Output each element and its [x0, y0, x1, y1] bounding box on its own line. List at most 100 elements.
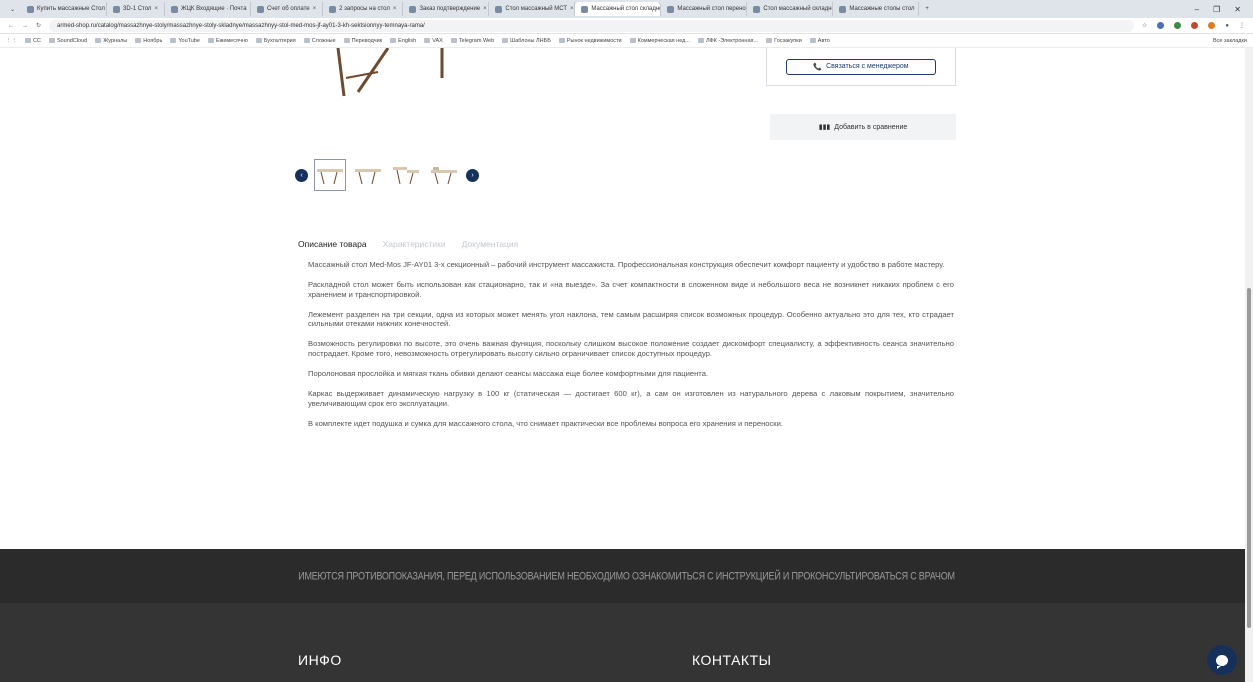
browser-tab-label: Заказ подтверждение	[419, 6, 481, 12]
product-gallery: ‹ ›	[295, 157, 479, 193]
browser-tab-label: 2 запросы на стол	[339, 6, 390, 12]
bookmark-item[interactable]: Шаблоны ЛНББ	[502, 38, 551, 44]
tab-documentation[interactable]: Документация	[462, 239, 519, 249]
apps-grid-icon[interactable]: ⋮⋮	[6, 38, 17, 44]
browser-tab[interactable]: Купить массажные Стол×	[21, 2, 108, 16]
minimize-icon[interactable]: –	[1195, 5, 1199, 14]
bookmark-item[interactable]: English	[390, 38, 416, 44]
gallery-prev-button[interactable]: ‹	[295, 168, 308, 182]
new-tab-button[interactable]: +	[919, 6, 935, 12]
extension-icon[interactable]	[1208, 22, 1216, 29]
bookmark-item[interactable]: Сложные	[303, 37, 336, 44]
browser-tab[interactable]: Стол массажный складной×	[747, 2, 834, 16]
bookmark-folder-icon	[207, 38, 214, 43]
extension-icon[interactable]	[1191, 22, 1199, 29]
tab-search-icon[interactable]: ⌄	[4, 6, 21, 13]
address-bar-row: ← → ↻ armed-shop.ru/catalog/massazhnye-s…	[0, 18, 1253, 34]
bookmark-item[interactable]: Ежемесячно	[207, 38, 248, 44]
bookmark-item[interactable]: СС	[25, 38, 41, 44]
browser-tab[interactable]: Массажный стол складной×	[575, 2, 662, 16]
tab-favicon-icon	[170, 5, 178, 13]
bookmark-item[interactable]: Журналы	[95, 38, 127, 44]
tab-favicon-icon	[839, 5, 847, 13]
bookmark-item[interactable]: Ноябрь	[135, 38, 162, 44]
maximize-icon[interactable]: ❐	[1213, 5, 1220, 14]
chat-widget-button[interactable]	[1207, 645, 1237, 675]
description-paragraph: Поролоновая прослойка и мягкая ткань оби…	[308, 369, 709, 379]
tab-description[interactable]: Описание товара	[298, 239, 367, 249]
bookmark-item[interactable]: Бухгалтерия	[255, 38, 296, 44]
bookmark-item[interactable]: Переводчик	[343, 37, 383, 44]
tab-favicon-icon	[329, 5, 337, 13]
page-scrollbar[interactable]	[1245, 48, 1253, 682]
browser-tab[interactable]: Массажный стол переносной×	[661, 2, 748, 16]
bookmark-item[interactable]: Коммерческая нед...	[629, 37, 690, 44]
footer-warning-band: ИМЕЮТСЯ ПРОТИВОПОКАЗАНИЯ, ПЕРЕД ИСПОЛЬЗО…	[0, 549, 1253, 603]
close-tab-icon[interactable]: ×	[154, 6, 158, 12]
scrollbar-thumb[interactable]	[1247, 288, 1251, 628]
browser-tab[interactable]: ЖЦК Входящие · Почта×	[165, 2, 251, 16]
bookmark-star-icon[interactable]: ☆	[1142, 22, 1147, 29]
bookmark-label: Госзакупки	[774, 37, 802, 44]
profile-icon[interactable]: ●	[1225, 23, 1229, 29]
bookmark-folder-icon	[424, 38, 431, 43]
bookmarks-bar: ⋮⋮ СС SoundCloud Журналы Ноябрь YouTube Ежеме…	[0, 34, 1253, 48]
menu-icon[interactable]: ⋮	[1239, 22, 1245, 29]
gallery-thumbnail[interactable]	[314, 159, 346, 191]
bookmark-folder-icon	[343, 38, 350, 43]
description-paragraph: Возможность регулировки по высоте, это о…	[308, 339, 954, 359]
bookmark-item[interactable]: Госзакупки	[766, 38, 802, 44]
extension-icon[interactable]	[1157, 22, 1165, 29]
page-content: 📞 Связаться с менеджером ▮▮▮ Добавить в …	[0, 48, 1253, 682]
bookmark-item[interactable]: Telegram Web	[450, 38, 494, 44]
browser-tab-strip: ⌄ Купить массажные Стол×3D-1 Стол×ЖЦК Вх…	[0, 0, 1253, 18]
bookmark-item[interactable]: SoundCloud	[48, 38, 87, 44]
close-tab-icon[interactable]: ×	[570, 6, 574, 12]
tab-favicon-icon	[753, 5, 761, 13]
gallery-thumbnail[interactable]	[390, 159, 422, 191]
gallery-next-button[interactable]: ›	[466, 168, 479, 182]
bookmark-item[interactable]: Рынок недвижимости	[558, 38, 622, 44]
table-thumbnail-icon	[393, 167, 419, 185]
url-field[interactable]: armed-shop.ru/catalog/massazhnye-stoly/m…	[49, 19, 1134, 32]
browser-tab[interactable]: Массажные столы стол×	[833, 2, 920, 16]
table-thumbnail-icon	[431, 167, 457, 185]
bookmark-folder-icon	[766, 38, 773, 43]
close-tab-icon[interactable]: ×	[313, 6, 317, 12]
bookmark-label: VAX	[432, 37, 443, 44]
bookmark-label: ЛФК -Электронная...	[705, 37, 759, 44]
all-bookmarks[interactable]: Все закладки	[1213, 38, 1247, 44]
contact-manager-button[interactable]: 📞 Связаться с менеджером	[786, 58, 936, 75]
toolbar-icons: ☆ ● ⋮	[1142, 22, 1245, 29]
add-to-compare-button[interactable]: ▮▮▮ Добавить в сравнение	[770, 114, 956, 140]
bookmark-label: Ноябрь	[143, 37, 163, 44]
gallery-thumbnail[interactable]	[428, 159, 460, 191]
browser-tab[interactable]: 2 запросы на стол ×	[323, 2, 404, 16]
browser-tab[interactable]: Счет об оплате ×	[251, 2, 324, 16]
bookmark-label: English	[398, 37, 417, 44]
bookmark-item[interactable]: Авто	[809, 38, 830, 44]
browser-tab-label: Массажные столы стол	[849, 6, 915, 12]
tab-characteristics[interactable]: Характеристики	[383, 239, 446, 249]
close-tab-icon[interactable]: ×	[393, 6, 397, 12]
reload-icon[interactable]: ↻	[36, 22, 41, 29]
bookmark-folder-icon	[558, 38, 565, 43]
browser-tab[interactable]: Стол массажный МСТ ×	[489, 2, 576, 16]
bookmark-folder-icon	[502, 38, 509, 43]
back-icon[interactable]: ←	[8, 23, 14, 29]
extension-icon[interactable]	[1174, 22, 1182, 29]
browser-tab[interactable]: Заказ подтверждение ×	[403, 2, 490, 16]
bookmark-folder-icon	[697, 38, 704, 43]
bookmark-label: Сложные	[311, 37, 336, 44]
bookmark-item[interactable]: ЛФК -Электронная...	[697, 37, 759, 44]
bookmark-label: Коммерческая нед...	[637, 37, 690, 44]
bookmark-item[interactable]: YouTube	[170, 38, 200, 44]
close-tab-icon[interactable]: ×	[483, 6, 487, 12]
bookmark-item[interactable]: VAX	[424, 38, 443, 44]
browser-tab[interactable]: 3D-1 Стол ×	[107, 2, 165, 16]
gallery-thumbnail[interactable]	[352, 159, 384, 191]
close-window-icon[interactable]: ✕	[1234, 5, 1241, 14]
bookmark-label: Переводчик	[351, 37, 383, 44]
forward-icon[interactable]: →	[22, 23, 28, 29]
bookmark-label: Журналы	[103, 37, 128, 44]
